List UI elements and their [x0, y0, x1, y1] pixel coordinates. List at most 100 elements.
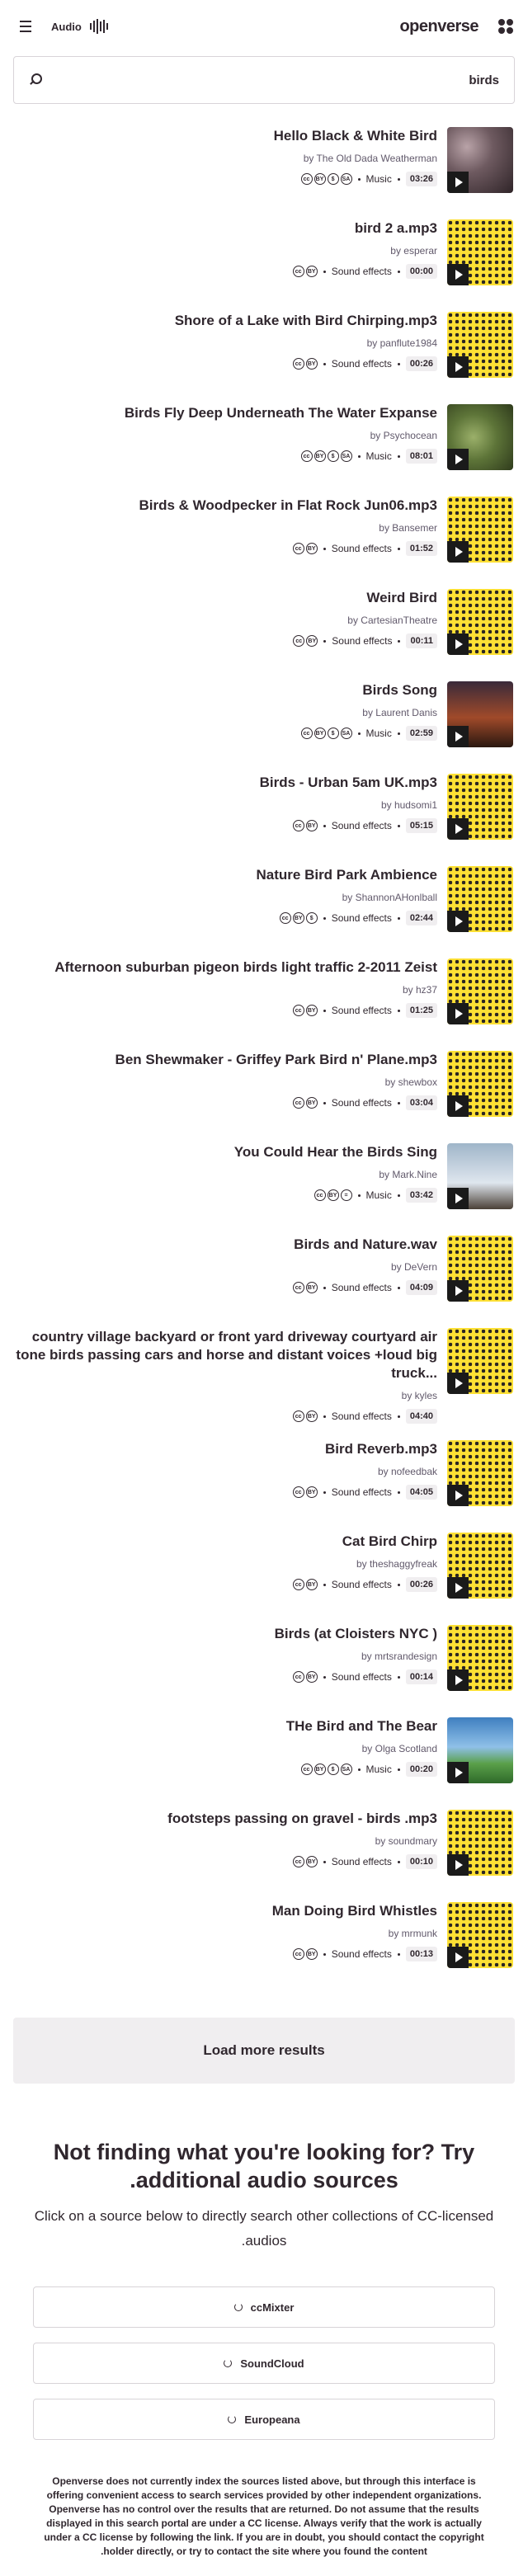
result-row[interactable]: country village backyard or front yard d…: [0, 1328, 528, 1440]
play-button[interactable]: [447, 541, 469, 563]
result-creator: by CartesianTheatre: [347, 615, 437, 626]
play-button[interactable]: [447, 1485, 469, 1506]
audio-thumbnail[interactable]: [447, 312, 513, 378]
result-title[interactable]: Man Doing Bird Whistles: [13, 1902, 437, 1920]
play-button[interactable]: [447, 1947, 469, 1968]
audio-thumbnail[interactable]: [447, 1143, 513, 1209]
result-row[interactable]: Ben Shewmaker - Griffey Park Bird n' Pla…: [0, 1051, 528, 1143]
result-title[interactable]: footsteps passing on gravel - birds .mp3: [13, 1810, 437, 1828]
audio-thumbnail[interactable]: [447, 1236, 513, 1302]
result-title[interactable]: Cat Bird Chirp: [13, 1533, 437, 1551]
result-row[interactable]: Birds & Woodpecker in Flat Rock Jun06.mp…: [0, 497, 528, 589]
source-link-ccmixter[interactable]: ccMixter: [33, 2286, 495, 2328]
license-icons: cc BY: [292, 1486, 318, 1498]
result-title[interactable]: Shore of a Lake with Bird Chirping.mp3: [13, 312, 437, 330]
result-title[interactable]: Birds and Nature.wav: [13, 1236, 437, 1254]
play-button[interactable]: [447, 1669, 469, 1691]
play-button[interactable]: [447, 1577, 469, 1599]
result-row[interactable]: footsteps passing on gravel - birds .mp3…: [0, 1810, 528, 1902]
play-button[interactable]: [447, 1762, 469, 1783]
result-title[interactable]: You Could Hear the Birds Sing: [13, 1143, 437, 1161]
audio-thumbnail[interactable]: [447, 681, 513, 747]
result-row[interactable]: Man Doing Bird Whistles by mrmunk cc BY Soun…: [0, 1902, 528, 1994]
audio-thumbnail[interactable]: [447, 1717, 513, 1783]
result-row[interactable]: Birds - Urban 5am UK.mp3 by hudsomi1 cc BY S…: [0, 774, 528, 866]
result-title[interactable]: Birds & Woodpecker in Flat Rock Jun06.mp…: [13, 497, 438, 515]
result-row[interactable]: Shore of a Lake with Bird Chirping.mp3 by…: [0, 312, 528, 404]
result-title[interactable]: Weird Bird: [13, 589, 437, 607]
audio-thumbnail[interactable]: [447, 1902, 513, 1968]
audio-thumbnail[interactable]: [447, 1440, 513, 1506]
play-button[interactable]: [447, 633, 469, 655]
openverse-logo-text[interactable]: openverse: [399, 17, 478, 36]
result-title[interactable]: Birds Song: [13, 681, 437, 699]
result-title[interactable]: Birds - Urban 5am UK.mp3: [13, 774, 437, 792]
result-title[interactable]: Ben Shewmaker - Griffey Park Bird n' Pla…: [13, 1051, 437, 1069]
separator-dot: [323, 547, 326, 550]
openverse-logo-icon[interactable]: [498, 19, 513, 34]
play-button[interactable]: [447, 726, 469, 747]
audio-thumbnail[interactable]: [447, 774, 513, 840]
result-row[interactable]: Weird Bird by CartesianTheatre cc BY Sound e…: [0, 589, 528, 681]
result-row[interactable]: Bird Reverb.mp3 by nofeedbak cc BY Sound eff…: [0, 1440, 528, 1533]
result-row[interactable]: Afternoon suburban pigeon birds light tr…: [0, 958, 528, 1051]
result-title[interactable]: country village backyard or front yard d…: [13, 1328, 437, 1382]
play-button[interactable]: [447, 1188, 469, 1209]
result-title[interactable]: Afternoon suburban pigeon birds light tr…: [13, 958, 437, 977]
play-button[interactable]: [447, 172, 469, 193]
result-row[interactable]: Birds Song by Laurent Danis cc BY $ SA Music 02…: [0, 681, 528, 774]
menu-icon[interactable]: [20, 21, 31, 32]
search-icon[interactable]: [29, 73, 42, 87]
play-button[interactable]: [447, 1854, 469, 1876]
search-input[interactable]: [169, 73, 499, 87]
result-row[interactable]: Nature Bird Park Ambience by ShannonAHonl…: [0, 866, 528, 958]
source-link-soundcloud[interactable]: SoundCloud: [33, 2343, 495, 2384]
play-button[interactable]: [447, 1095, 469, 1117]
audio-thumbnail[interactable]: [447, 958, 513, 1024]
play-button[interactable]: [447, 449, 469, 470]
play-button[interactable]: [447, 1280, 469, 1302]
result-meta: cc BY = Music 03:42: [13, 1188, 437, 1203]
audio-thumbnail[interactable]: [447, 866, 513, 932]
result-title[interactable]: THe Bird and The Bear: [13, 1717, 437, 1735]
audio-thumbnail[interactable]: [447, 589, 513, 655]
result-row[interactable]: Birds Fly Deep Underneath The Water Expa…: [0, 404, 528, 497]
result-info: country village backyard or front yard d…: [13, 1328, 437, 1424]
audio-thumbnail[interactable]: [447, 1051, 513, 1117]
result-title[interactable]: Nature Bird Park Ambience: [13, 866, 438, 884]
result-row[interactable]: Cat Bird Chirp by theshaggyfreak cc BY Sound…: [0, 1533, 528, 1625]
audio-thumbnail[interactable]: [447, 497, 513, 563]
audio-thumbnail[interactable]: [447, 1533, 513, 1599]
play-button[interactable]: [447, 1373, 469, 1394]
result-title[interactable]: Birds (at Cloisters NYC ): [13, 1625, 437, 1643]
result-title[interactable]: Birds Fly Deep Underneath The Water Expa…: [13, 404, 437, 422]
load-more-button[interactable]: Load more results: [13, 2018, 515, 2084]
audio-thumbnail[interactable]: [447, 1810, 513, 1876]
play-button[interactable]: [447, 356, 469, 378]
result-title[interactable]: Bird Reverb.mp3: [13, 1440, 437, 1458]
result-row[interactable]: Birds and Nature.wav by DeVern cc BY Sound e…: [0, 1236, 528, 1328]
license-nc-icon: $: [305, 912, 318, 924]
play-button[interactable]: [447, 818, 469, 840]
result-row[interactable]: bird 2 a.mp3 by esperar cc BY Sound effects 0…: [0, 219, 528, 312]
audio-thumbnail[interactable]: [447, 1328, 513, 1394]
audio-thumbnail[interactable]: [447, 404, 513, 470]
brand[interactable]: openverse: [399, 17, 513, 36]
play-button[interactable]: [447, 1003, 469, 1024]
result-creator: by mrmunk: [388, 1928, 437, 1939]
audio-thumbnail[interactable]: [447, 219, 513, 285]
result-row[interactable]: Birds (at Cloisters NYC ) by mrtsrandesig…: [0, 1625, 528, 1717]
header-controls: Audio: [20, 19, 108, 34]
result-title[interactable]: Hello Black & White Bird: [13, 127, 437, 145]
result-row[interactable]: Hello Black & White Bird by The Old Dada …: [0, 127, 528, 219]
result-row[interactable]: You Could Hear the Birds Sing by Mark.Nin…: [0, 1143, 528, 1236]
audio-thumbnail[interactable]: [447, 1625, 513, 1691]
result-title[interactable]: bird 2 a.mp3: [13, 219, 437, 238]
media-type-indicator[interactable]: Audio: [51, 19, 108, 34]
play-button[interactable]: [447, 264, 469, 285]
source-link-europeana[interactable]: Europeana: [33, 2399, 495, 2440]
result-row[interactable]: THe Bird and The Bear by Olga Scotland cc B…: [0, 1717, 528, 1810]
play-button[interactable]: [447, 911, 469, 932]
audio-thumbnail[interactable]: [447, 127, 513, 193]
result-meta: cc BY Sound effects 00:11: [13, 633, 437, 648]
